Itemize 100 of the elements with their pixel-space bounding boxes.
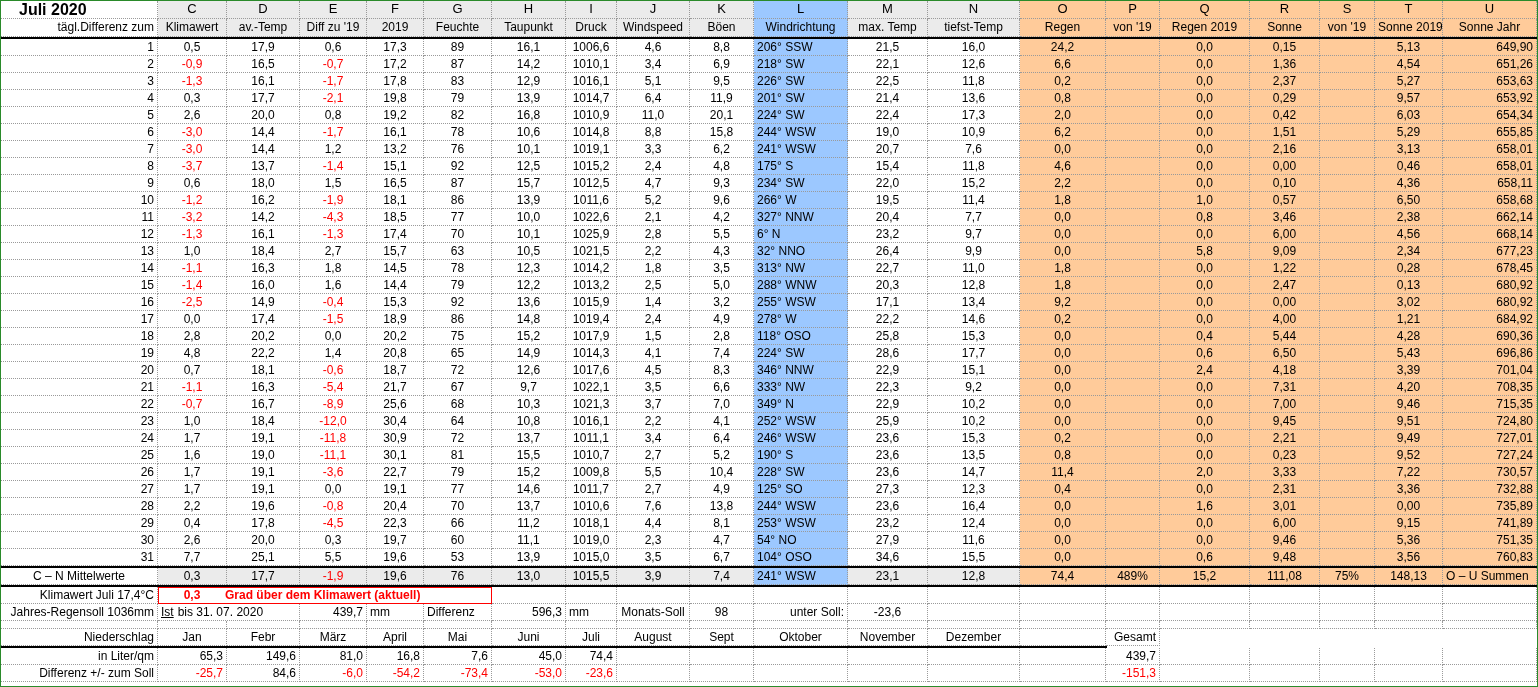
unit-text: mm [566,604,617,621]
table-cell: -2,5 [158,294,227,311]
table-cell: 735,89 [1443,498,1537,515]
empty-cell [1106,604,1160,621]
table-cell: 13,7 [492,430,566,447]
table-cell: 2,34 [1375,243,1443,260]
table-cell: 1025,9 [566,226,617,243]
table-cell: 7,6 [617,498,690,515]
table-cell: 1022,1 [566,379,617,396]
table-cell: 60 [424,532,492,549]
table-cell: 19,1 [227,430,300,447]
month-header: Jan [158,629,227,646]
table-cell: 0,4 [1020,481,1106,498]
table-cell [1106,124,1160,141]
table-cell: 1010,6 [566,498,617,515]
table-cell: 34,6 [848,549,928,566]
table-cell: 21,4 [848,90,928,107]
table-cell: -23,6 [848,604,928,621]
table-cell: 13,7 [227,158,300,175]
table-cell: 19,6 [227,498,300,515]
table-cell: 732,88 [1443,481,1537,498]
table-cell: -25,7 [158,665,227,682]
table-cell: 201° SW [754,90,848,107]
table-cell: -1,3 [158,226,227,243]
table-cell [1106,260,1160,277]
table-cell: 0,2 [1020,311,1106,328]
table-cell: 2,6 [158,532,227,549]
row-number: 17 [1,311,158,328]
table-cell [1320,311,1375,328]
table-cell: 5,13 [1375,39,1443,56]
table-cell: 12,8 [928,568,1020,585]
table-cell [1320,413,1375,430]
table-cell: 4,6 [1020,158,1106,175]
table-cell: 70 [424,498,492,515]
table-cell [1106,447,1160,464]
table-cell: 1019,0 [566,532,617,549]
row-number: 2 [1,56,158,73]
row-number: 14 [1,260,158,277]
table-cell: 0,0 [1160,430,1250,447]
table-cell: 0,4 [1160,328,1250,345]
table-cell: 1,8 [1020,260,1106,277]
table-cell: 1,6 [1160,498,1250,515]
table-cell: 81 [424,447,492,464]
table-cell: 3,46 [1250,209,1320,226]
table-cell: 234° SW [754,175,848,192]
month-header: Dezember [928,629,1020,646]
table-cell: 730,57 [1443,464,1537,481]
table-cell: 255° WSW [754,294,848,311]
table-cell: 1,8 [1020,192,1106,209]
table-cell: 6,50 [1375,192,1443,209]
table-cell [1106,90,1160,107]
row-number: 26 [1,464,158,481]
table-cell: 0,0 [1020,243,1106,260]
empty-cell [1106,587,1160,604]
table-cell: 20,4 [848,209,928,226]
table-cell: 662,14 [1443,209,1537,226]
table-cell: 74,4 [566,648,617,665]
table-cell: 596,3 [492,604,566,621]
table-cell: 0,8 [1020,447,1106,464]
table-cell: 0,0 [1160,515,1250,532]
table-cell: 19,0 [848,124,928,141]
table-cell: 65,3 [158,648,227,665]
table-cell: 0,8 [300,107,367,124]
table-cell: 1019,4 [566,311,617,328]
table-cell: -0,8 [300,498,367,515]
table-cell: 4,18 [1250,362,1320,379]
table-cell: 1,0 [1160,192,1250,209]
table-cell: 224° SW [754,107,848,124]
empty-cell [1375,587,1443,604]
table-cell: 658,01 [1443,141,1537,158]
table-cell: 1017,9 [566,328,617,345]
row-number: 23 [1,413,158,430]
table-cell: 0,0 [1160,481,1250,498]
table-cell: -1,4 [158,277,227,294]
table-cell: 7,00 [1250,396,1320,413]
column-header: av.-Temp [227,19,300,37]
table-cell: 20,0 [227,532,300,549]
table-cell: 1011,6 [566,192,617,209]
table-cell: 4,1 [617,345,690,362]
table-cell: 0,5 [158,39,227,56]
table-cell: 2,0 [1020,107,1106,124]
table-cell: 17,4 [367,226,424,243]
table-cell: 14,4 [227,124,300,141]
table-cell [1320,362,1375,379]
table-cell: 15,7 [492,175,566,192]
column-letter: K [690,1,754,19]
month-header: Juli [566,629,617,646]
table-cell: 1015,5 [566,568,617,585]
row-number: 12 [1,226,158,243]
table-cell: 18,4 [227,413,300,430]
column-letter: E [300,1,367,19]
row-number: 28 [1,498,158,515]
difference-label: Differenz [424,604,492,621]
table-cell: 241° WSW [754,141,848,158]
table-cell: 1014,7 [566,90,617,107]
row-number: 4 [1,90,158,107]
table-cell: 3,01 [1250,498,1320,515]
table-cell: 17,7 [227,90,300,107]
table-cell: 1016,1 [566,73,617,90]
row-number: 24 [1,430,158,447]
